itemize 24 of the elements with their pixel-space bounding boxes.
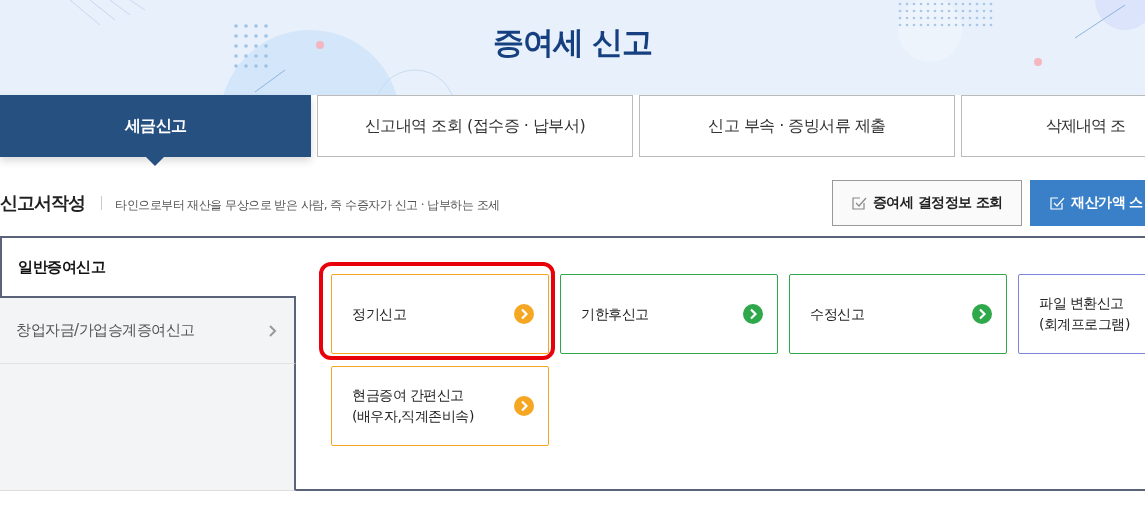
report-card[interactable]: 기한후신고 [560,274,778,354]
action-button[interactable]: 증여세 결정정보 조회 [831,179,1022,226]
page-title: 증여세 신고 [492,23,653,62]
section-title: 신고서작성 [0,191,85,214]
arrow-circle-icon [972,304,992,324]
tab[interactable]: 신고 부속 · 증빙서류 제출 [639,95,955,157]
report-card[interactable]: 파일 변환신고 (회계프로그램) [1018,274,1145,354]
checkbox-icon [1049,194,1065,211]
sidebar-item[interactable]: 창업자금/가업승계증여신고 [0,298,296,364]
tab-pointer-icon [146,157,164,166]
action-button[interactable]: 재산가액 스 [1030,179,1145,226]
tab[interactable]: 신고내역 조회 (접수증 · 납부서) [317,95,633,157]
arrow-circle-icon [514,304,534,324]
arrow-circle-icon [743,304,763,324]
checkbox-icon [850,194,867,211]
report-card[interactable]: 현금증여 간편신고 (배우자,직계존비속) [331,366,549,446]
tab[interactable]: 세금신고 [0,95,311,157]
chevron-right-icon [268,323,278,338]
tab[interactable]: 삭제내역 조 [961,95,1145,157]
sidebar-item[interactable]: 일반증여신고 [0,236,296,298]
section-description: 타인으로부터 재산을 무상으로 받은 사람, 즉 수증자가 신고 · 납부하는 조세 [115,196,500,214]
arrow-circle-icon [514,396,534,416]
report-card[interactable]: 정기신고 [331,274,549,354]
report-card[interactable]: 수정신고 [789,274,1007,354]
